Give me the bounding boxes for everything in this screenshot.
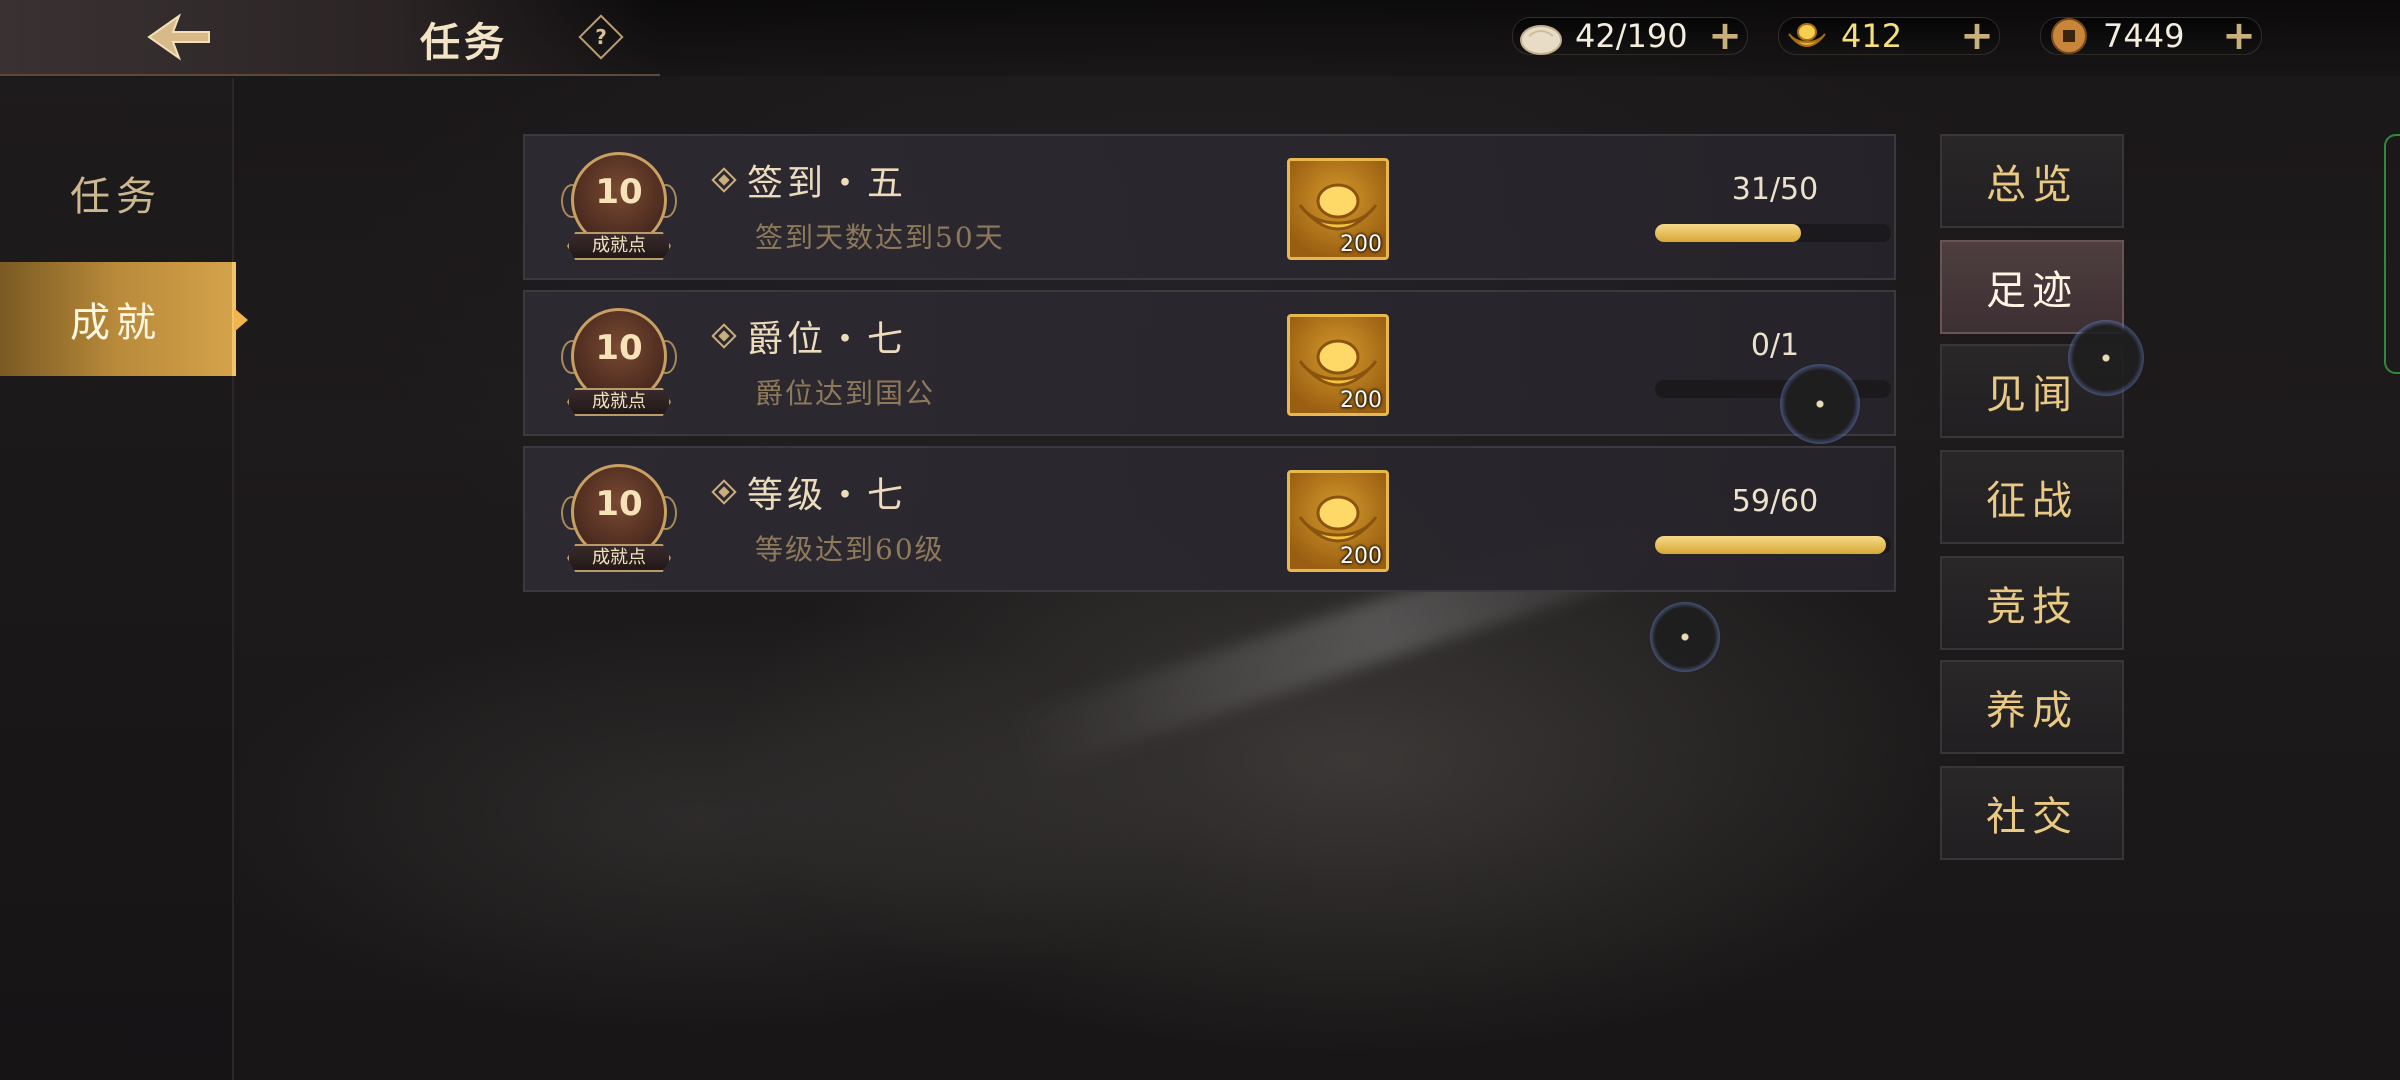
left-nav: 任务 成就 (0, 78, 236, 1080)
progress-bar (1655, 536, 1891, 554)
resource-stamina: 42/190 + (1512, 14, 1748, 58)
coin-value: 7449 (2103, 17, 2185, 55)
achievement-title: 爵位・七 (711, 310, 907, 362)
achievement-points-label: 成就点 (567, 388, 671, 416)
achievement-points-label: 成就点 (567, 544, 671, 572)
top-bar: 任务 ? 42/190 + 412 + 7449 + (0, 0, 2400, 76)
achievement-row: 10 成就点 签到・五 签到天数达到50天 200 31/50 (523, 134, 1896, 280)
achievement-title: 签到・五 (711, 154, 907, 206)
achievement-description: 签到天数达到50天 (755, 221, 1005, 254)
progress-text: 0/1 (1750, 328, 1800, 363)
help-button[interactable]: ? (578, 14, 624, 60)
achievement-row: 10 成就点 爵位・七 爵位达到国公 200 0/1 (523, 290, 1896, 436)
diamond-bullet-icon (711, 167, 737, 193)
reward-count: 200 (1340, 232, 1382, 257)
ingot-value: 412 (1841, 17, 1903, 55)
achievement-points-label: 成就点 (567, 232, 671, 260)
sparkle-effect (1650, 602, 1720, 672)
sparkle-effect (2068, 320, 2144, 396)
tab-footprints[interactable]: 足迹 (1940, 240, 2124, 334)
achievement-row: 10 成就点 等级・七 等级达到60级 200 59/60 (523, 446, 1896, 592)
copper-coin-icon (2051, 18, 2087, 54)
page-title: 任务 (420, 19, 508, 66)
help-icon: ? (595, 25, 607, 49)
achievement-points: 10 (595, 484, 643, 524)
progress-fill (1655, 536, 1887, 554)
achievement-medal: 10 成就点 (561, 150, 681, 268)
achievement-points: 10 (595, 328, 643, 368)
gold-ingot-icon (1788, 23, 1826, 47)
reward-ingot-item[interactable]: 200 (1287, 158, 1389, 260)
achievement-points: 10 (595, 172, 643, 212)
title-plate (0, 0, 660, 76)
sparkle-effect (1780, 364, 1860, 444)
add-coin-button[interactable]: + (2219, 16, 2259, 56)
progress-fill (1655, 224, 1802, 242)
achievement-description: 等级达到60级 (755, 533, 945, 566)
tab-arena[interactable]: 竞技 (1940, 556, 2124, 650)
add-ingot-button[interactable]: + (1957, 16, 1997, 56)
back-arrow-icon (147, 13, 210, 61)
achievement-medal: 10 成就点 (561, 462, 681, 580)
reward-ingot-item[interactable]: 200 (1287, 314, 1389, 416)
edge-bracket (2384, 134, 2400, 374)
reward-count: 200 (1340, 544, 1382, 569)
achievement-title: 等级・七 (711, 466, 907, 518)
diamond-bullet-icon (711, 479, 737, 505)
nav-item-achievements[interactable]: 成就 (0, 262, 236, 376)
back-button[interactable] (130, 8, 220, 66)
stamina-value: 42/190 (1575, 17, 1688, 55)
tab-overview[interactable]: 总览 (1940, 134, 2124, 228)
resource-coin: 7449 + (2040, 14, 2262, 58)
tab-battle[interactable]: 征战 (1940, 450, 2124, 544)
reward-count: 200 (1340, 388, 1382, 413)
progress-bar (1655, 224, 1891, 242)
progress-text: 31/50 (1731, 172, 1819, 207)
diamond-bullet-icon (711, 323, 737, 349)
tab-cultivation[interactable]: 养成 (1940, 660, 2124, 754)
nav-item-tasks[interactable]: 任务 (0, 136, 232, 250)
reward-ingot-item[interactable]: 200 (1287, 470, 1389, 572)
achievement-description: 爵位达到国公 (755, 377, 936, 410)
nav-active-arrow-icon (234, 308, 248, 332)
bun-icon (1520, 25, 1562, 55)
resource-ingot: 412 + (1778, 14, 2000, 58)
achievement-medal: 10 成就点 (561, 306, 681, 424)
tab-social[interactable]: 社交 (1940, 766, 2124, 860)
progress-text: 59/60 (1731, 484, 1819, 519)
add-stamina-button[interactable]: + (1705, 16, 1745, 56)
